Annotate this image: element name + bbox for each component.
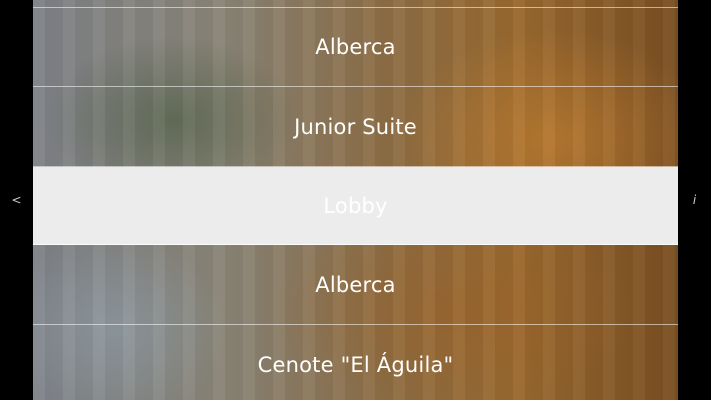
- list-item-label: Alberca: [315, 35, 396, 59]
- back-chevron-icon: <: [11, 193, 22, 207]
- info-icon: i: [692, 193, 697, 207]
- list-item[interactable]: [33, 0, 678, 8]
- list-item-label: Junior Suite: [294, 114, 417, 139]
- list-item[interactable]: Alberca: [33, 245, 678, 325]
- list-item-label: Lobby: [323, 193, 388, 218]
- app-screen: < Alberca Junior Suite Lobby Alberca Cen…: [0, 0, 711, 400]
- info-button[interactable]: i: [678, 0, 711, 400]
- list-item[interactable]: Cenote "El Águila": [33, 325, 678, 400]
- list-item-label: Cenote "El Águila": [257, 353, 454, 377]
- list-item-selected[interactable]: Lobby: [33, 167, 678, 245]
- location-list: Alberca Junior Suite Lobby Alberca Cenot…: [33, 0, 678, 400]
- list-item[interactable]: Junior Suite: [33, 87, 678, 167]
- list-item[interactable]: Alberca: [33, 8, 678, 87]
- list-item-label: Alberca: [315, 272, 396, 297]
- back-button[interactable]: <: [0, 0, 33, 400]
